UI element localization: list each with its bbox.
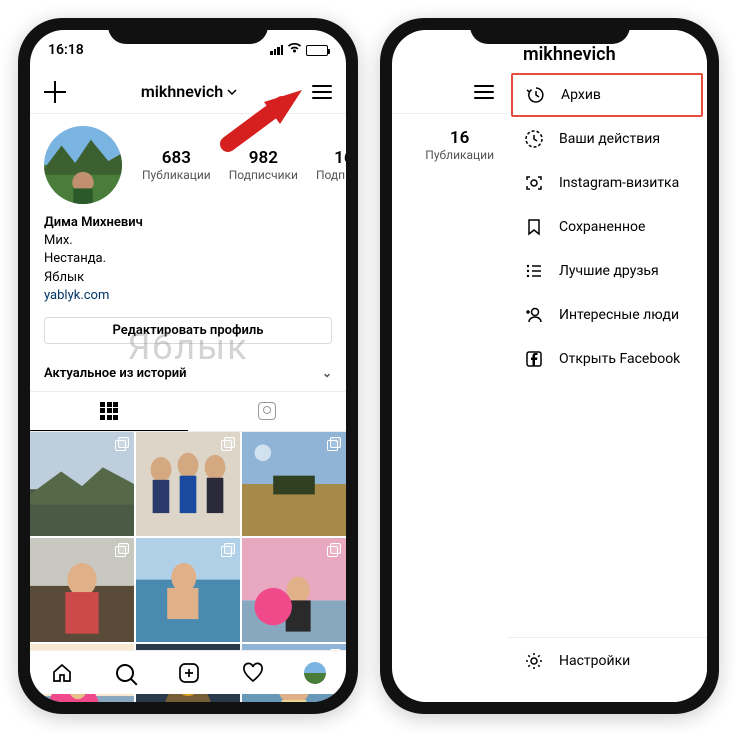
multi-icon <box>115 543 129 557</box>
activity-icon <box>523 128 545 150</box>
bio-line: Нестанда. <box>44 250 332 268</box>
menu-item-facebook[interactable]: Открыть Facebook <box>507 337 707 381</box>
nametag-icon <box>523 172 545 194</box>
photo-cell[interactable] <box>242 432 346 536</box>
chevron-down-icon <box>227 89 237 95</box>
stat-posts[interactable]: 683 Публикации <box>142 148 211 182</box>
facebook-icon <box>523 348 545 370</box>
multi-icon <box>327 437 341 451</box>
hamburger-menu-icon[interactable] <box>312 85 332 99</box>
multi-icon <box>221 437 235 451</box>
stat-following[interactable]: 16 Подписки <box>316 148 346 182</box>
list-icon <box>523 260 545 282</box>
photo-cell[interactable] <box>242 538 346 642</box>
hamburger-menu-panel: mikhnevich Архив Ваши действия Instagram… <box>507 30 707 702</box>
menu-item-close-friends[interactable]: Лучшие друзья <box>507 249 707 293</box>
bio-line: Яблык <box>44 269 332 287</box>
battery-icon <box>306 45 328 56</box>
profile-header: mikhnevich <box>30 70 346 114</box>
profile-tabs <box>30 392 346 432</box>
phone-left: 16:18 mikhnevich <box>18 18 358 714</box>
add-icon[interactable] <box>44 81 66 103</box>
profile-avatar[interactable] <box>44 126 122 204</box>
add-person-icon <box>523 304 545 326</box>
photo-cell[interactable] <box>136 538 240 642</box>
multi-icon <box>115 437 129 451</box>
stat-posts: 16 Публикации <box>425 128 494 162</box>
bottom-nav <box>30 650 346 694</box>
bio-name: Дима Михневич <box>44 214 332 232</box>
nav-add-icon[interactable] <box>177 661 201 685</box>
dimmed-profile: 16 Публикации <box>392 70 508 162</box>
grid-icon <box>100 402 118 420</box>
signal-icon <box>270 45 283 55</box>
menu-item-activity[interactable]: Ваши действия <box>507 117 707 161</box>
multi-icon <box>327 543 341 557</box>
tab-grid[interactable] <box>30 392 188 431</box>
gear-icon <box>523 650 545 672</box>
bio-link[interactable]: yablyk.com <box>44 287 332 305</box>
stat-followers[interactable]: 982 Подписчики <box>229 148 298 182</box>
photo-cell[interactable] <box>136 432 240 536</box>
nav-heart-icon[interactable] <box>241 661 265 685</box>
bio-line: Мих. <box>44 232 332 250</box>
bookmark-icon <box>523 216 545 238</box>
status-icons <box>270 43 328 58</box>
photo-cell[interactable] <box>30 538 134 642</box>
profile-stats: 683 Публикации 982 Подписчики 16 Подписк… <box>142 148 346 182</box>
nav-profile-icon[interactable] <box>304 662 326 684</box>
bio: Дима Михневич Мих. Нестанда. Яблык yably… <box>44 214 332 305</box>
notch <box>470 18 630 44</box>
clock: 16:18 <box>48 42 84 58</box>
profile-section: 683 Публикации 982 Подписчики 16 Подписк… <box>30 114 346 356</box>
menu-item-discover[interactable]: Интересные люди <box>507 293 707 337</box>
tagged-icon <box>258 402 276 420</box>
notch <box>108 18 268 44</box>
multi-icon <box>221 543 235 557</box>
edit-profile-button[interactable]: Редактировать профиль <box>44 317 332 344</box>
nav-search-icon[interactable] <box>113 661 137 685</box>
hamburger-menu-icon[interactable] <box>474 85 494 99</box>
screen: 16:18 mikhnevich <box>30 30 346 702</box>
stories-highlights-toggle[interactable]: Актуальное из историй ⌄ <box>30 356 346 392</box>
menu-item-archive[interactable]: Архив <box>511 73 703 117</box>
wifi-icon <box>287 43 302 58</box>
menu-item-settings[interactable]: Настройки <box>507 637 707 684</box>
phone-right: 16 Публикации mikhnevich Архив Ваши дейс… <box>380 18 719 714</box>
screen: 16 Публикации mikhnevich Архив Ваши дейс… <box>392 30 707 702</box>
chevron-down-icon: ⌄ <box>322 366 332 380</box>
username-dropdown[interactable]: mikhnevich <box>141 82 237 101</box>
menu-item-nametag[interactable]: Instagram-визитка <box>507 161 707 205</box>
nav-home-icon[interactable] <box>50 661 74 685</box>
photo-cell[interactable] <box>30 432 134 536</box>
tab-tagged[interactable] <box>188 392 346 431</box>
history-icon <box>525 84 547 106</box>
menu-item-saved[interactable]: Сохраненное <box>507 205 707 249</box>
